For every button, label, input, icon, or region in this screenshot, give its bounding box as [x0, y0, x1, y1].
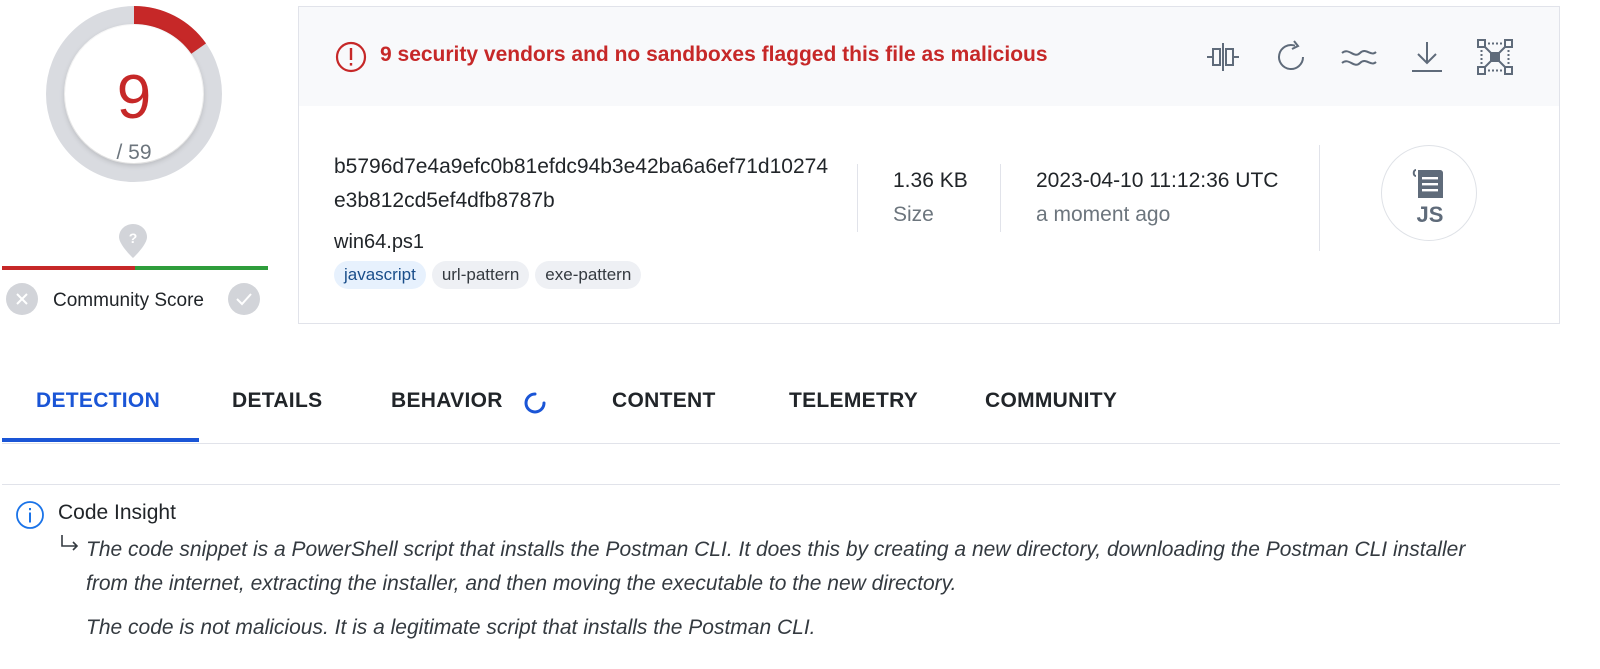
- file-name: win64.ps1: [334, 231, 425, 253]
- file-hash[interactable]: b5796d7e4a9efc0b81efdc94b3e42ba6a6ef71d1…: [334, 150, 834, 218]
- file-type-label: JS: [1417, 202, 1444, 227]
- tag-url-pattern[interactable]: url-pattern: [431, 261, 530, 289]
- community-score-label: Community Score: [53, 290, 204, 311]
- info-circle-icon: [15, 500, 45, 535]
- detection-count: 9: [116, 63, 152, 132]
- similar-icon[interactable]: [1339, 37, 1379, 77]
- alert-header: 9 security vendors and no sandboxes flag…: [299, 7, 1559, 106]
- loading-spinner-icon: [523, 391, 547, 420]
- divider: [1319, 145, 1320, 251]
- community-positive-bar: [135, 266, 268, 270]
- tag-exe-pattern[interactable]: exe-pattern: [535, 261, 642, 289]
- file-size-value: 1.36 KB: [893, 169, 968, 192]
- thumbs-up-check-icon[interactable]: [228, 283, 260, 315]
- tag-javascript[interactable]: javascript: [334, 261, 426, 289]
- malicious-alert-text: 9 security vendors and no sandboxes flag…: [380, 43, 1048, 66]
- divider: [2, 484, 1560, 485]
- thumbs-down-x-icon[interactable]: [6, 283, 38, 315]
- download-icon[interactable]: [1407, 37, 1447, 77]
- file-size-label: Size: [893, 203, 934, 226]
- svg-text:?: ?: [129, 230, 138, 246]
- active-tab-indicator: [2, 438, 199, 442]
- reanalyze-icon[interactable]: [1271, 37, 1311, 77]
- exclamation-circle-icon: [335, 41, 367, 78]
- file-tags: javascript url-pattern exe-pattern: [334, 261, 642, 289]
- score-center: 9 / 59: [65, 25, 203, 164]
- tab-behavior[interactable]: BEHAVIOR: [391, 389, 503, 413]
- community-negative-bar: [2, 266, 135, 270]
- code-insight-title: Code Insight: [58, 501, 176, 524]
- tab-detection[interactable]: DETECTION: [36, 389, 160, 413]
- detection-score-gauge: 9 / 59: [46, 6, 222, 182]
- compare-icon[interactable]: [1203, 37, 1243, 77]
- divider: [1000, 164, 1001, 232]
- tab-content[interactable]: CONTENT: [612, 389, 716, 413]
- engine-total: / 59: [116, 141, 152, 164]
- last-analysis-date: 2023-04-10 11:12:36 UTC: [1036, 169, 1279, 192]
- report-tabs: DETECTION DETAILS BEHAVIOR CONTENT TELEM…: [2, 370, 1560, 444]
- js-file-icon: JS: [1381, 145, 1477, 241]
- divider: [857, 164, 858, 232]
- tab-details[interactable]: DETAILS: [232, 389, 322, 413]
- code-insight-summary: The code snippet is a PowerShell script …: [86, 538, 1466, 595]
- tab-community[interactable]: COMMUNITY: [985, 389, 1117, 413]
- file-summary-card: 9 security vendors and no sandboxes flag…: [298, 6, 1560, 324]
- question-pin-icon: ?: [118, 223, 148, 264]
- last-analysis-relative: a moment ago: [1036, 203, 1171, 226]
- graph-icon[interactable]: [1475, 37, 1515, 77]
- reply-arrow-icon: [58, 533, 80, 560]
- code-insight-verdict: The code is not malicious. It is a legit…: [86, 616, 816, 639]
- tab-telemetry[interactable]: TELEMETRY: [789, 389, 918, 413]
